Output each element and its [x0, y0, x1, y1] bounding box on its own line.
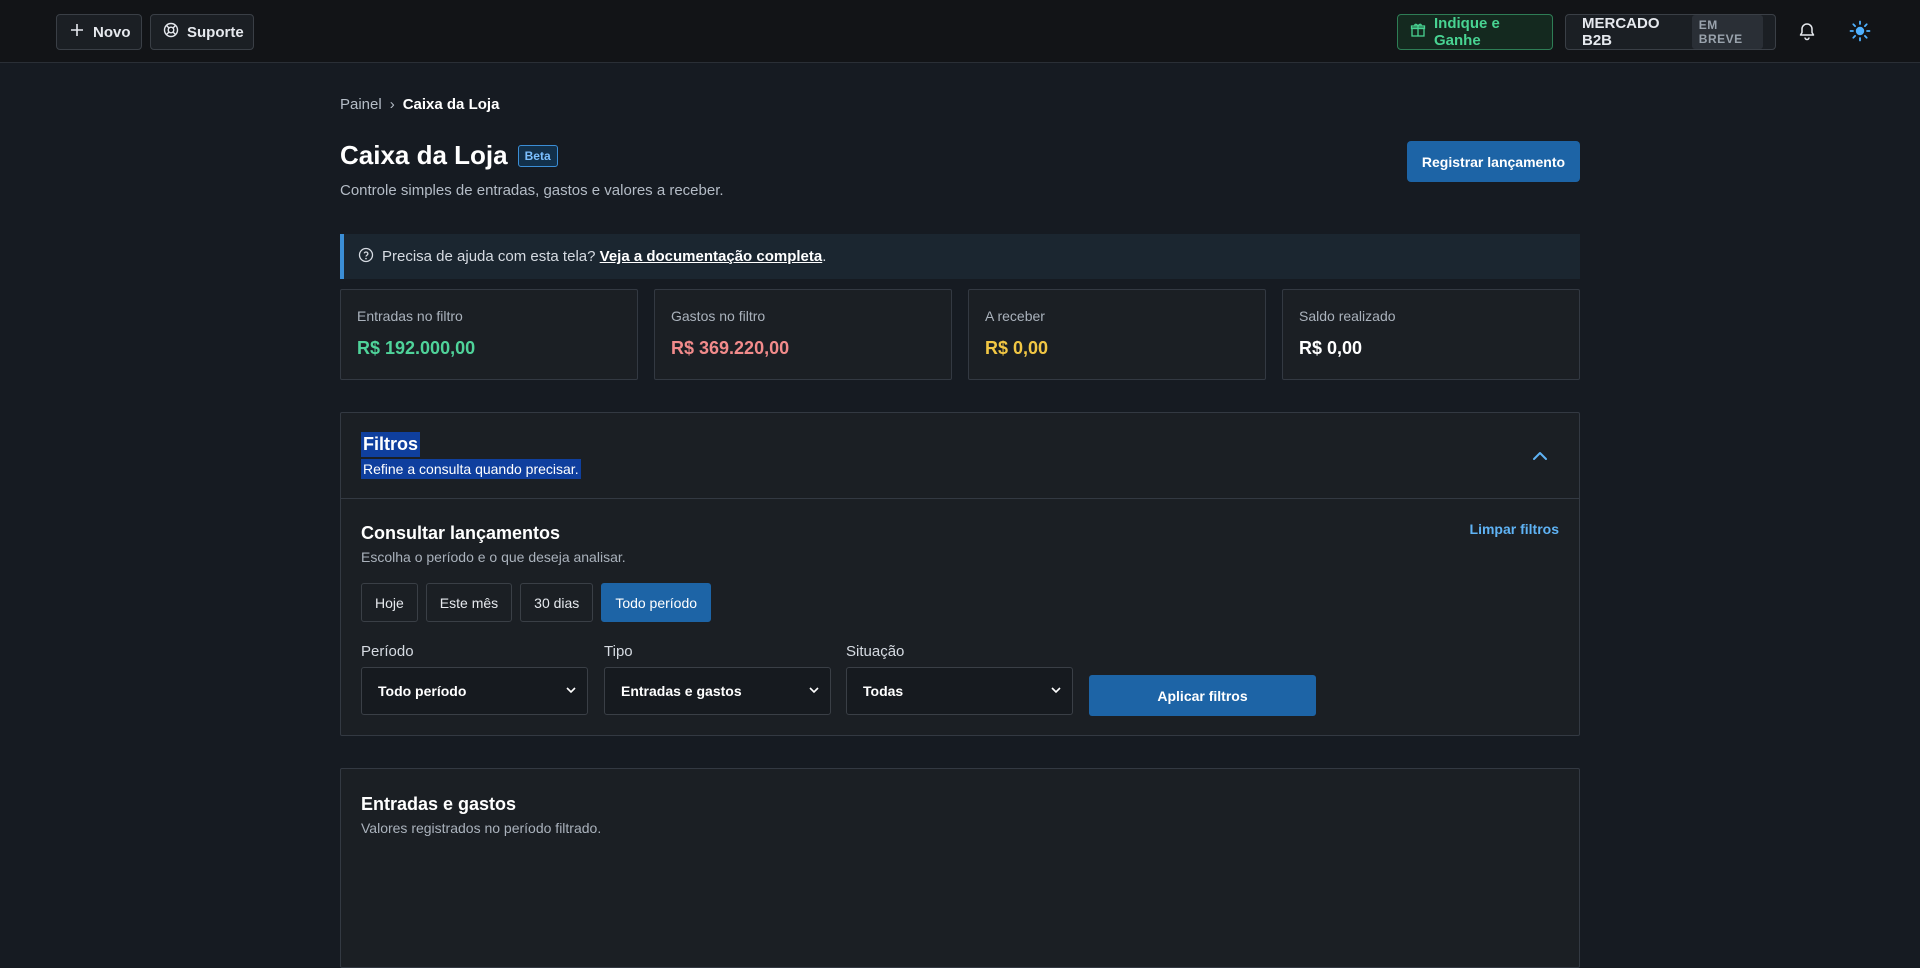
- entries-panel: Entradas e gastos Valores registrados no…: [340, 768, 1580, 968]
- type-select-value: Entradas e gastos: [621, 683, 742, 699]
- period-select-value: Todo período: [378, 683, 467, 699]
- bell-icon: [1797, 21, 1817, 44]
- chevron-down-icon: [808, 683, 820, 699]
- preset-30-days-button[interactable]: 30 dias: [520, 583, 594, 622]
- breadcrumb: Painel › Caixa da Loja: [340, 96, 1580, 113]
- entries-subtitle: Valores registrados no período filtrado.: [361, 820, 602, 836]
- beta-badge: Beta: [517, 144, 558, 167]
- sun-icon: [1849, 20, 1871, 45]
- chevron-down-icon: [1050, 683, 1062, 699]
- b2b-market-button[interactable]: MERCADO B2B EM BREVE: [1565, 14, 1776, 50]
- filters-subtitle: Refine a consulta quando precisar.: [361, 459, 581, 479]
- period-label: Período: [361, 643, 414, 660]
- plus-icon: [69, 22, 85, 42]
- help-text: Precisa de ajuda com esta tela? Veja a d…: [382, 248, 827, 265]
- period-presets: Hoje Este mês 30 dias Todo período: [361, 583, 712, 622]
- card-value: R$ 192.000,00: [357, 338, 476, 358]
- page-subtitle: Controle simples de entradas, gastos e v…: [340, 182, 724, 199]
- filters-panel: Filtros Refine a consulta quando precisa…: [340, 412, 1580, 736]
- register-entry-button[interactable]: Registrar lançamento: [1407, 141, 1580, 182]
- coming-soon-badge: EM BREVE: [1691, 15, 1763, 49]
- status-field: Situação Todas: [846, 643, 1073, 715]
- support-button-label: Suporte: [187, 23, 244, 41]
- status-select[interactable]: Todas: [846, 667, 1073, 715]
- chevron-down-icon: [565, 683, 577, 699]
- card-label: Saldo realizado: [1299, 308, 1396, 324]
- status-select-value: Todas: [863, 683, 904, 699]
- refer-and-earn-label: Indique e Ganhe: [1434, 15, 1500, 49]
- notifications-button[interactable]: [1793, 18, 1821, 46]
- preset-all-period-button[interactable]: Todo período: [601, 583, 712, 622]
- breadcrumb-root-link[interactable]: Painel: [340, 96, 382, 113]
- status-label: Situação: [846, 643, 905, 660]
- preset-today-button[interactable]: Hoje: [361, 583, 418, 622]
- breadcrumb-separator: ›: [389, 96, 395, 113]
- refer-and-earn-button[interactable]: Indique e Ganhe: [1397, 14, 1553, 50]
- clear-filters-link[interactable]: Limpar filtros: [1470, 521, 1559, 537]
- filters-title: Filtros: [361, 432, 421, 457]
- new-button[interactable]: Novo: [56, 14, 142, 50]
- query-subtitle: Escolha o período e o que deseja analisa…: [361, 549, 626, 565]
- breadcrumb-current: Caixa da Loja: [402, 96, 500, 113]
- documentation-link[interactable]: Veja a documentação completa: [600, 248, 823, 265]
- card-expenses: Gastos no filtro R$ 369.220,00: [654, 289, 952, 380]
- filters-header[interactable]: Filtros Refine a consulta quando precisa…: [341, 413, 1579, 499]
- card-label: A receber: [985, 308, 1045, 324]
- preset-this-month-button[interactable]: Este mês: [425, 583, 513, 622]
- page-title: Caixa da Loja: [340, 140, 508, 170]
- card-value: R$ 0,00: [1299, 338, 1363, 358]
- type-field: Tipo Entradas e gastos: [604, 643, 831, 715]
- question-circle-icon: [358, 247, 374, 267]
- top-bar: Novo Suporte Indique e Ganhe MERCADO B2B…: [0, 0, 1920, 63]
- apply-filters-button[interactable]: Aplicar filtros: [1089, 675, 1316, 716]
- card-value: R$ 0,00: [985, 338, 1049, 358]
- type-select[interactable]: Entradas e gastos: [604, 667, 831, 715]
- period-field: Período Todo período: [361, 643, 588, 715]
- b2b-market-label: MERCADO B2B: [1582, 15, 1660, 49]
- card-receivable: A receber R$ 0,00: [968, 289, 1266, 380]
- page-header: Caixa da Loja Beta: [340, 140, 1580, 171]
- support-button[interactable]: Suporte: [150, 14, 254, 50]
- card-balance: Saldo realizado R$ 0,00: [1282, 289, 1580, 380]
- period-select[interactable]: Todo período: [361, 667, 588, 715]
- gift-icon: [1410, 22, 1426, 42]
- new-button-label: Novo: [93, 23, 131, 41]
- type-label: Tipo: [604, 643, 633, 660]
- card-label: Gastos no filtro: [671, 308, 766, 324]
- card-value: R$ 369.220,00: [671, 338, 790, 358]
- entries-title: Entradas e gastos: [361, 794, 517, 814]
- lifebuoy-icon: [163, 22, 179, 42]
- card-label: Entradas no filtro: [357, 308, 463, 324]
- summary-cards: Entradas no filtro R$ 192.000,00 Gastos …: [340, 289, 1580, 380]
- theme-toggle-button[interactable]: [1846, 18, 1874, 46]
- query-title: Consultar lançamentos: [361, 523, 561, 543]
- card-income: Entradas no filtro R$ 192.000,00: [340, 289, 638, 380]
- help-banner: Precisa de ajuda com esta tela? Veja a d…: [340, 234, 1580, 279]
- chevron-up-icon[interactable]: [1531, 447, 1549, 465]
